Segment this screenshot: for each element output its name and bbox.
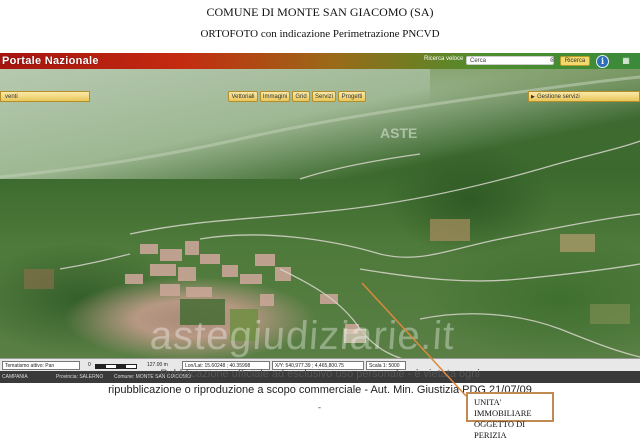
document-title: COMUNE DI MONTE SAN GIACOMO (SA) xyxy=(206,5,434,19)
field-patch xyxy=(24,269,54,289)
field-patch xyxy=(590,304,630,324)
callout-line-1: UNITA' IMMOBILIARE xyxy=(474,397,532,418)
watermark-small: ASTE xyxy=(380,125,418,141)
menu-progetti[interactable]: Progetti xyxy=(338,91,366,102)
field-patch xyxy=(560,234,595,252)
search-button[interactable]: Ricerca xyxy=(560,56,590,66)
notice-line-1: Pubblicazione ufficiale ad esclusivo uso… xyxy=(160,368,480,380)
watermark: astegiudiziarie.it xyxy=(148,314,457,358)
search-label: Ricerca veloce xyxy=(424,56,464,62)
search-input[interactable]: Cerca xyxy=(466,56,554,65)
tools-icon[interactable]: ▦ xyxy=(618,55,634,67)
menu-vettoriali[interactable]: Vettoriali xyxy=(228,91,258,102)
field-patch xyxy=(430,219,470,241)
document-subtitle: ORTOFOTO con indicazione Perimetrazione … xyxy=(200,28,440,40)
orthophoto-map[interactable]: Vettoriali Immagini Grid Servizi Progett… xyxy=(0,69,640,374)
menu-servizi[interactable]: Servizi xyxy=(312,91,336,102)
collapse-triangle-icon: ▶ xyxy=(531,94,535,100)
menu-grid[interactable]: Grid xyxy=(292,91,310,102)
property-callout: UNITA' IMMOBILIARE OGGETTO DI PERIZIA xyxy=(466,392,554,440)
callout-line-2: OGGETTO DI PERIZIA xyxy=(474,419,526,440)
dash-mark: - xyxy=(318,402,321,412)
search-clear-icon[interactable]: ⊗ xyxy=(548,56,557,65)
left-panel-header[interactable]: venti xyxy=(0,91,90,102)
info-icon[interactable]: i xyxy=(596,55,609,68)
portal-screenshot: Portale Nazionale Ricerca veloce Cerca ⊗… xyxy=(0,53,640,383)
portal-brand: Portale Nazionale xyxy=(2,55,99,67)
right-panel-header[interactable]: ▶ Gestione servizi xyxy=(528,91,640,102)
menu-immagini[interactable]: Immagini xyxy=(260,91,290,102)
right-panel-label: Gestione servizi xyxy=(537,94,580,100)
portal-header: Portale Nazionale Ricerca veloce Cerca ⊗… xyxy=(0,53,640,69)
